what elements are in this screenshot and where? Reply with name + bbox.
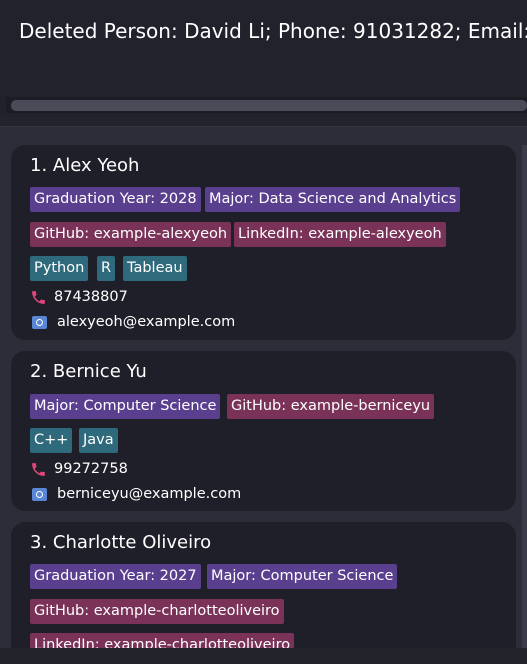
person-card[interactable]: 3. Charlotte Oliveiro Graduation Year: 2…: [11, 522, 516, 648]
tag-github: GitHub: example-berniceyu: [227, 394, 435, 419]
result-message: Deleted Person: David Li; Phone: 9103128…: [19, 19, 527, 43]
status-bar: [0, 648, 527, 664]
phone-icon: [32, 462, 45, 476]
tag-graduation-year: Graduation Year: 2028: [30, 187, 201, 212]
tag-linkedin: LinkedIn: example-charlotteoliveiro: [30, 633, 295, 648]
tag-skill: Python: [30, 256, 89, 281]
phone-number: 87438807: [54, 289, 128, 305]
horizontal-scrollbar-thumb[interactable]: [11, 100, 527, 111]
email-row: berniceyu@example.com: [30, 484, 241, 504]
tag-skill: C++: [30, 428, 73, 453]
tag-skill: R: [97, 256, 116, 281]
person-list[interactable]: 1. Alex Yeoh Graduation Year: 2028 Major…: [0, 127, 527, 648]
email-address: berniceyu@example.com: [57, 486, 242, 502]
tag-major: Major: Computer Science: [207, 564, 398, 589]
vertical-scrollbar[interactable]: [522, 145, 527, 648]
tag-graduation-year: Graduation Year: 2027: [30, 564, 201, 589]
tag-github: GitHub: example-charlotteoliveiro: [30, 599, 284, 624]
email-row: alexyeoh@example.com: [30, 312, 235, 332]
person-name: 1. Alex Yeoh: [30, 155, 140, 176]
phone-number: 99272758: [54, 461, 128, 477]
tag-skill: Java: [79, 428, 118, 453]
person-card[interactable]: 2. Bernice Yu Major: Computer Science Gi…: [11, 351, 516, 511]
tag-skill: Tableau: [123, 256, 187, 281]
phone-icon: [32, 290, 45, 304]
phone-row: 99272758: [30, 459, 128, 479]
person-card[interactable]: 1. Alex Yeoh Graduation Year: 2028 Major…: [11, 145, 516, 340]
tag-github: GitHub: example-alexyeoh: [30, 222, 232, 247]
tag-major: Major: Computer Science: [30, 394, 221, 419]
person-name: 3. Charlotte Oliveiro: [30, 532, 212, 553]
tag-major: Major: Data Science and Analytics: [205, 187, 461, 212]
panel-divider: [0, 118, 527, 127]
email-address: alexyeoh@example.com: [57, 314, 236, 330]
tag-linkedin: LinkedIn: example-alexyeoh: [234, 222, 446, 247]
result-display: Deleted Person: David Li; Phone: 9103128…: [0, 0, 527, 118]
person-name: 2. Bernice Yu: [30, 361, 147, 382]
phone-row: 87438807: [30, 287, 128, 307]
email-icon: [32, 487, 47, 501]
email-icon: [32, 315, 47, 329]
